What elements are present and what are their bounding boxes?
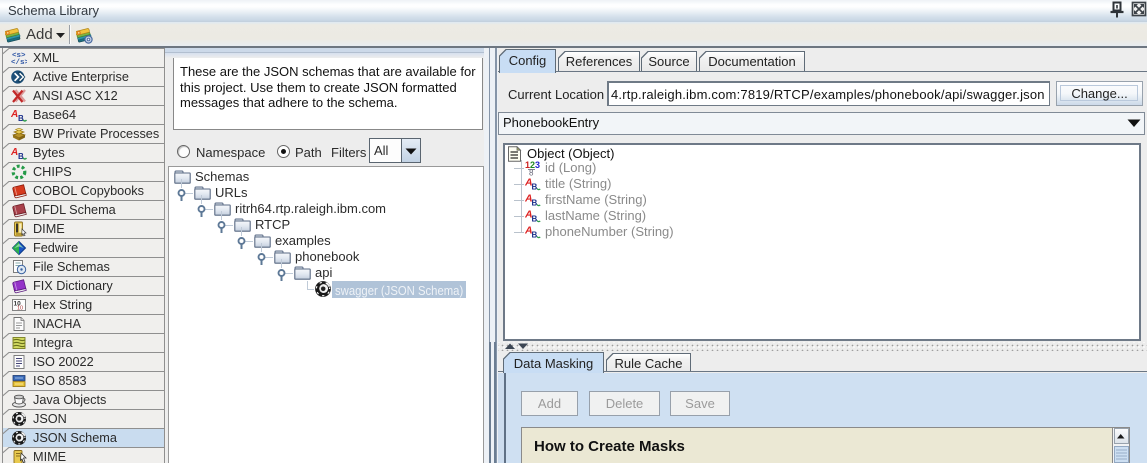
svg-text:3: 3	[535, 160, 540, 170]
svg-text:B: B	[532, 215, 538, 224]
svg-text:10: 10	[17, 306, 23, 312]
svg-text:B: B	[532, 199, 538, 208]
svg-text:B: B	[532, 231, 538, 240]
svg-text:B: B	[18, 114, 24, 123]
svg-text:B: B	[18, 152, 24, 161]
svg-text:</s>: </s>	[11, 59, 27, 66]
svg-text:B: B	[532, 183, 538, 192]
